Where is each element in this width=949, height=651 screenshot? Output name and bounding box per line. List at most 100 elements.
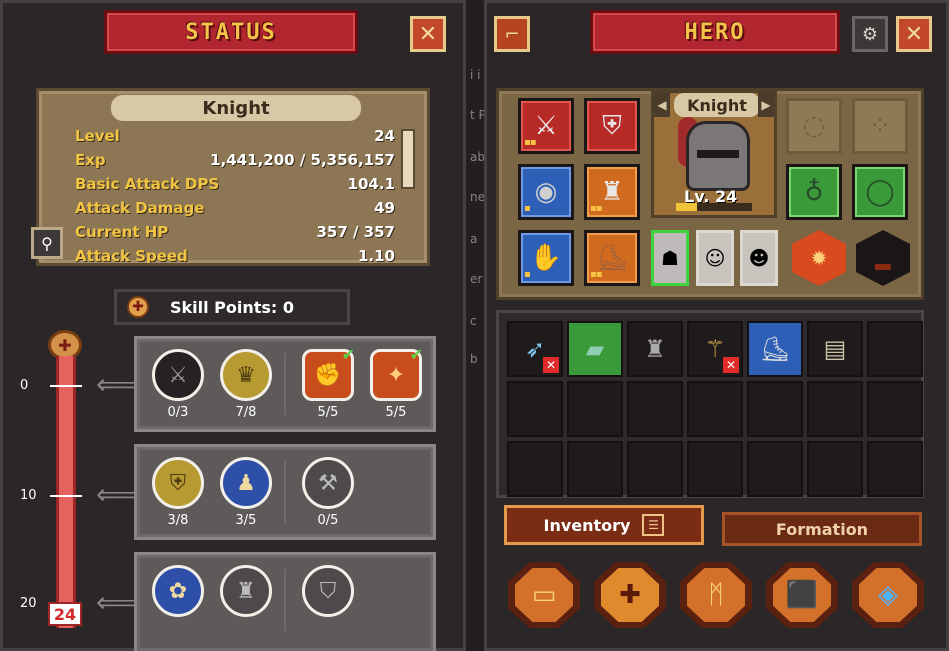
inventory-cell[interactable] — [507, 441, 563, 497]
bracer-icon: ▰ — [585, 335, 605, 363]
inventory-cell[interactable] — [627, 441, 683, 497]
skill-slot[interactable]: ⛨ 3/8 — [151, 457, 205, 528]
hero-menu-button[interactable]: ⌐ — [494, 16, 530, 52]
rank-dots: ▪ — [524, 203, 531, 214]
chainmail-icon: ♜ — [644, 335, 666, 363]
skill-slot[interactable]: ♜ — [219, 565, 273, 617]
divider — [284, 569, 286, 631]
rank-dots: ▪▪ — [590, 203, 603, 214]
shield-skill-icon: ⛨ — [152, 457, 204, 509]
stat-row: Attack Damage 49 — [75, 199, 395, 217]
hero-close-button[interactable]: ✕ — [896, 16, 932, 52]
armor-skill-icon: ♜ — [220, 565, 272, 617]
inventory-cell[interactable] — [687, 441, 743, 497]
inventory-cell[interactable] — [867, 441, 923, 497]
shield-icon: ⛨ — [602, 110, 622, 141]
inspect-button[interactable]: ⚲ — [31, 227, 63, 259]
skill-row: ⚔ 0/3 ♛ 7/8 ✊ ✔ 5/5 ✦ ✔ 5/5 — [134, 336, 436, 432]
weapon-slot[interactable]: ⚔ ▪▪ — [518, 98, 574, 154]
skill-slot[interactable]: ✿ — [151, 565, 205, 617]
skill-slot[interactable]: ⛉ — [301, 565, 355, 617]
skill-slot[interactable]: ✦ ✔ 5/5 — [369, 345, 423, 420]
tab-formation-label: Formation — [775, 519, 869, 539]
inventory-cell[interactable] — [747, 381, 803, 437]
skill-slot[interactable]: ♟ 3/5 — [219, 457, 273, 528]
glove-icon: ✋ — [529, 243, 563, 273]
shield-slot[interactable]: ⛨ — [584, 98, 640, 154]
hammer-skill-icon: ⚒ — [302, 457, 354, 509]
prev-hero-button[interactable]: ◀ — [654, 93, 670, 117]
portal-menu-button[interactable]: ◈ — [852, 562, 924, 628]
status-close-button[interactable]: ✕ — [410, 16, 446, 52]
tab-inventory-label: Inventory — [543, 515, 631, 535]
inventory-cell[interactable] — [807, 381, 863, 437]
ring-slot[interactable]: ◯ — [852, 164, 908, 220]
rank-dots: ▪ — [524, 269, 531, 280]
stat-row: Current HP 357 / 357 — [75, 223, 395, 241]
armor-slot[interactable]: ♜ ▪▪ — [584, 164, 640, 220]
background-text: ab — [470, 150, 485, 164]
background-text: c — [470, 314, 477, 328]
stat-card: Knight Level 24 Exp 1,441,200 / 5,356,157 … — [31, 88, 430, 266]
companion-knight[interactable]: ☗ — [651, 230, 689, 286]
inventory-grid: ➶ ✕ ▰ ♜ ⚚ ✕ ⛸ ▤ — [496, 310, 924, 498]
companion-priest[interactable]: ☺ — [696, 230, 734, 286]
rune-m-icon: ᛗ — [687, 568, 745, 622]
check-icon: ✔ — [409, 345, 423, 364]
background-text: i i — [470, 68, 481, 82]
inventory-cell[interactable] — [867, 321, 923, 377]
skill-slot[interactable]: ✊ ✔ 5/5 — [301, 345, 355, 420]
inventory-cell[interactable]: ▰ — [567, 321, 623, 377]
rank-dots: ▪▪ — [590, 269, 603, 280]
next-hero-button[interactable]: ▶ — [758, 93, 774, 117]
inventory-cell[interactable]: ▤ — [807, 321, 863, 377]
cube-icon: ⬛ — [773, 568, 831, 622]
status-title-banner: STATUS — [104, 10, 358, 54]
guild-menu-button[interactable]: ᛗ — [680, 562, 752, 628]
ring-icon: ◯ — [865, 177, 895, 207]
unusable-x-icon: ✕ — [543, 357, 559, 373]
sort-icon[interactable]: ☰ — [642, 514, 665, 536]
inventory-cell[interactable] — [687, 381, 743, 437]
settings-button[interactable]: ⚙ — [852, 16, 888, 52]
skill-slot[interactable]: ♛ 7/8 — [219, 349, 273, 420]
amulet-slot[interactable]: ♁ — [786, 164, 842, 220]
inventory-cell[interactable] — [807, 441, 863, 497]
inventory-cell[interactable] — [627, 381, 683, 437]
inventory-cell[interactable] — [747, 441, 803, 497]
chest-menu-button[interactable]: ▭ — [508, 562, 580, 628]
crafting-menu-button[interactable]: ⬛ — [766, 562, 838, 628]
tier-tick — [50, 495, 82, 497]
hero-portrait: ◀ Knight ▶ Lv. 24 — [651, 90, 777, 218]
background-text: b — [470, 352, 478, 366]
tab-inventory[interactable]: Inventory ☰ — [504, 505, 704, 545]
tier-progress-bar — [56, 356, 76, 628]
armor-icon: ♜ — [600, 177, 624, 207]
skill-slot[interactable]: ⚔ 0/3 — [151, 349, 205, 420]
inventory-cell[interactable] — [867, 381, 923, 437]
skill-slot[interactable]: ⚒ 0/5 — [301, 457, 355, 528]
check-icon: ✔ — [341, 345, 355, 364]
inventory-cell[interactable] — [567, 381, 623, 437]
heroes-menu-button[interactable]: ✚ — [594, 562, 666, 628]
inventory-cell[interactable] — [567, 441, 623, 497]
inventory-cell[interactable]: ♜ — [627, 321, 683, 377]
boots-slot[interactable]: ⛸ ▪▪ — [584, 230, 640, 286]
close-icon: ✕ — [418, 21, 438, 47]
stat-scrollbar[interactable] — [401, 129, 415, 189]
background-text: er — [470, 272, 483, 286]
necklace-slot[interactable]: ◌ — [786, 98, 842, 154]
earring-slot[interactable]: ⁘ — [852, 98, 908, 154]
inventory-cell[interactable]: ⛸ — [747, 321, 803, 377]
helmet-slot[interactable]: ◉ ▪ — [518, 164, 574, 220]
inventory-cell[interactable]: ⚚ ✕ — [687, 321, 743, 377]
close-icon: ✕ — [904, 21, 924, 47]
inventory-cell[interactable]: ➶ ✕ — [507, 321, 563, 377]
skill-row: ⛨ 3/8 ♟ 3/5 ⚒ 0/5 — [134, 444, 436, 540]
companion-archer[interactable]: ☻ — [740, 230, 778, 286]
gloves-slot[interactable]: ✋ ▪ — [518, 230, 574, 286]
tab-formation[interactable]: Formation — [722, 512, 922, 546]
earring-icon: ⁘ — [869, 111, 891, 141]
sword-skill-icon: ⚔ — [152, 349, 204, 401]
inventory-cell[interactable] — [507, 381, 563, 437]
